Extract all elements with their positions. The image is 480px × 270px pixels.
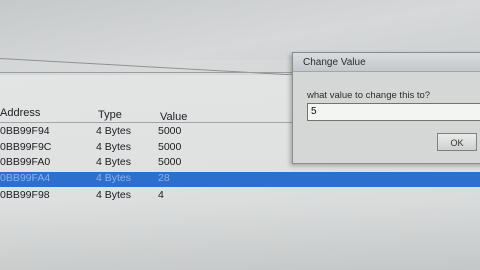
window-top-area bbox=[0, 0, 480, 60]
ok-button[interactable]: OK bbox=[437, 133, 477, 151]
address-cell: 0BB99FA0 bbox=[0, 156, 51, 168]
dialog-title-bar[interactable]: Change Value bbox=[293, 53, 480, 72]
column-header-type[interactable]: Type bbox=[98, 109, 122, 121]
address-cell: 0BB99F94 bbox=[0, 125, 50, 137]
address-cell: 0BB99F9C bbox=[0, 141, 52, 153]
value-cell: 5000 bbox=[158, 156, 182, 168]
table-row[interactable]: 0BB99F94 4 Bytes 5000 bbox=[0, 125, 300, 140]
dialog-title: Change Value bbox=[303, 57, 366, 68]
header-separator bbox=[0, 122, 300, 123]
dialog-prompt: what value to change this to? bbox=[307, 90, 431, 101]
value-cell: 28 bbox=[158, 172, 170, 184]
divider-line bbox=[0, 58, 300, 76]
change-value-dialog: Change Value what value to change this t… bbox=[292, 52, 480, 164]
table-row[interactable]: 0BB99F9C 4 Bytes 5000 bbox=[0, 141, 300, 156]
bottom-shade bbox=[0, 200, 480, 270]
type-cell: 4 Bytes bbox=[96, 156, 132, 168]
table-row-selected[interactable]: 0BB99FA4 4 Bytes 28 bbox=[0, 172, 480, 187]
type-cell: 4 Bytes bbox=[96, 141, 132, 153]
value-input[interactable]: 5 bbox=[307, 103, 480, 121]
address-cell: 0BB99FA4 bbox=[0, 172, 51, 184]
value-cell: 5000 bbox=[158, 141, 182, 153]
type-cell: 4 Bytes bbox=[96, 125, 132, 137]
column-header-address[interactable]: Address bbox=[0, 107, 40, 119]
type-cell: 4 Bytes bbox=[96, 172, 132, 184]
table-row[interactable]: 0BB99FA0 4 Bytes 5000 bbox=[0, 156, 300, 171]
value-cell: 5000 bbox=[158, 125, 182, 137]
